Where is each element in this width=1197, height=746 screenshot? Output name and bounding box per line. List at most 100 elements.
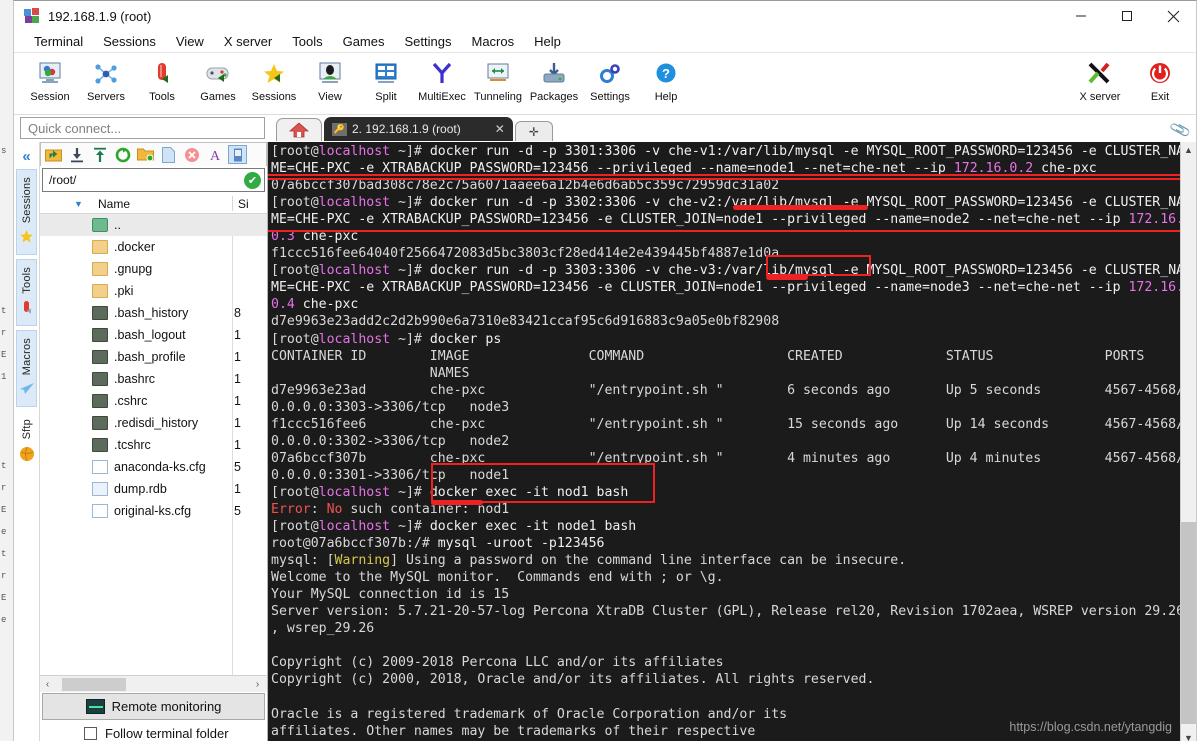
monitor-icon xyxy=(85,699,105,714)
toolbar-help[interactable]: ? Help xyxy=(638,56,694,103)
list-item[interactable]: .bash_logout 1 xyxy=(40,324,267,346)
list-item[interactable]: .tcshrc 1 xyxy=(40,434,267,456)
list-item[interactable]: .pki xyxy=(40,280,267,302)
download-icon[interactable] xyxy=(67,145,86,164)
tab-close-icon[interactable]: ✕ xyxy=(495,122,505,136)
follow-terminal-folder-checkbox[interactable] xyxy=(84,726,97,740)
terminal-pane[interactable]: [root@localhost ~]# docker run -d -p 330… xyxy=(268,142,1196,746)
list-item[interactable]: .bash_history 8 xyxy=(40,302,267,324)
sftp-path-bar[interactable]: /root/ ✔ xyxy=(42,168,265,192)
column-name[interactable]: Name xyxy=(98,197,130,211)
rail-item-sessions[interactable]: Sessions xyxy=(16,169,37,256)
binary-mode-icon[interactable] xyxy=(228,145,247,164)
toolbar-sessions[interactable]: Sessions xyxy=(246,56,302,103)
sftp-file-list[interactable]: .. .docker .gnupg .pki .bash_history 8 .… xyxy=(40,214,267,675)
menu-help[interactable]: Help xyxy=(524,32,571,51)
toolbar-session[interactable]: Session xyxy=(22,56,78,103)
toolbar-x-server-label: X server xyxy=(1079,91,1121,103)
text-mode-icon[interactable]: A xyxy=(205,145,224,164)
toolbar-exit-label: Exit xyxy=(1150,91,1170,103)
file-size: 1 xyxy=(234,350,241,364)
toolbar-tools[interactable]: Tools xyxy=(134,56,190,103)
menu-settings[interactable]: Settings xyxy=(395,32,462,51)
tab-terminal-session[interactable]: 🔑 2. 192.168.1.9 (root) ✕ xyxy=(324,117,513,141)
rail-item-sftp[interactable]: Sftp xyxy=(16,411,37,473)
list-item[interactable]: dump.rdb 1 xyxy=(40,478,267,500)
list-item[interactable]: .bashrc 1 xyxy=(40,368,267,390)
body-area: « Sessions Tools Macros Sftp A /root/ ✔ … xyxy=(14,142,1196,746)
delete-icon[interactable] xyxy=(182,145,201,164)
toolbar-games-label: Games xyxy=(200,91,236,103)
list-item[interactable]: anaconda-ks.cfg 5 xyxy=(40,456,267,478)
list-item[interactable]: .redisdi_history 1 xyxy=(40,412,267,434)
list-item[interactable]: .cshrc 1 xyxy=(40,390,267,412)
go-up-icon[interactable] xyxy=(44,145,63,164)
column-size[interactable]: Si xyxy=(238,197,249,211)
terminal-text: [root@localhost ~]# docker run -d -p 330… xyxy=(271,144,1196,746)
file-size: 1 xyxy=(234,416,241,430)
toolbar-help-label: Help xyxy=(654,91,678,103)
minimize-button[interactable] xyxy=(1058,1,1104,31)
toolbar-multiexec[interactable]: MultiExec xyxy=(414,56,470,103)
quick-connect-input[interactable]: Quick connect... xyxy=(20,117,265,139)
settings-gear-icon xyxy=(597,58,623,90)
rail-collapse-button[interactable]: « xyxy=(14,142,39,165)
file-name: .redisdi_history xyxy=(114,416,199,430)
toolbar-x-server[interactable]: X server xyxy=(1070,56,1130,103)
menu-x-server[interactable]: X server xyxy=(214,32,282,51)
folder-icon xyxy=(92,284,108,298)
toolbar-packages-label: Packages xyxy=(529,91,579,103)
file-name: .bash_history xyxy=(114,306,189,320)
toolbar-settings[interactable]: Settings xyxy=(582,56,638,103)
list-item[interactable]: .. xyxy=(40,214,267,236)
tab-new[interactable]: ✛ xyxy=(514,121,553,141)
split-icon xyxy=(373,58,399,90)
paperclip-icon[interactable]: 📎 xyxy=(1169,118,1192,141)
toolbar-view[interactable]: View xyxy=(302,56,358,103)
folder-icon xyxy=(92,240,108,254)
maximize-button[interactable] xyxy=(1104,1,1150,31)
sftp-column-header: ▼ Name Si xyxy=(40,194,267,214)
list-item[interactable]: .gnupg xyxy=(40,258,267,280)
toolbar-session-label: Session xyxy=(30,91,70,103)
tab-home[interactable] xyxy=(276,118,322,141)
menu-sessions[interactable]: Sessions xyxy=(93,32,166,51)
scroll-left-icon[interactable]: ‹ xyxy=(40,679,55,690)
rail-item-tools[interactable]: Tools xyxy=(16,259,37,326)
menu-view[interactable]: View xyxy=(166,32,214,51)
list-item[interactable]: .bash_profile 1 xyxy=(40,346,267,368)
list-item[interactable]: original-ks.cfg 5 xyxy=(40,500,267,522)
swiss-knife-icon xyxy=(19,300,34,318)
sftp-horizontal-scrollbar[interactable]: ‹ › xyxy=(40,675,267,692)
menu-games[interactable]: Games xyxy=(333,32,395,51)
bottom-cutoff-strip xyxy=(0,741,1197,746)
remote-monitoring-button[interactable]: Remote monitoring xyxy=(42,693,265,720)
list-item[interactable]: .docker xyxy=(40,236,267,258)
scroll-thumb[interactable] xyxy=(62,677,126,691)
script-icon xyxy=(92,328,108,342)
file-name: original-ks.cfg xyxy=(114,504,192,518)
file-name: dump.rdb xyxy=(114,482,167,496)
terminal-scrollbar[interactable]: ▲ ▼ xyxy=(1180,142,1196,746)
menu-terminal[interactable]: Terminal xyxy=(24,32,93,51)
scroll-right-icon[interactable]: › xyxy=(250,679,265,690)
scroll-thumb-vertical[interactable] xyxy=(1181,522,1196,724)
toolbar-split[interactable]: Split xyxy=(358,56,414,103)
close-button[interactable] xyxy=(1150,1,1196,31)
menu-tools[interactable]: Tools xyxy=(282,32,332,51)
toolbar-games[interactable]: Games xyxy=(190,56,246,103)
scroll-up-icon[interactable]: ▲ xyxy=(1181,142,1196,158)
toolbar-packages[interactable]: Packages xyxy=(526,56,582,103)
toolbar-tunneling[interactable]: Tunneling xyxy=(470,56,526,103)
new-file-icon[interactable] xyxy=(159,145,178,164)
sort-down-icon[interactable]: ▼ xyxy=(74,199,83,209)
refresh-icon[interactable] xyxy=(113,145,132,164)
rail-sessions-label: Sessions xyxy=(20,177,33,224)
rail-item-macros[interactable]: Macros xyxy=(16,329,37,408)
upload-icon[interactable] xyxy=(90,145,109,164)
folder-icon xyxy=(92,262,108,276)
menu-macros[interactable]: Macros xyxy=(461,32,524,51)
toolbar-exit[interactable]: Exit xyxy=(1130,56,1190,103)
new-folder-icon[interactable] xyxy=(136,145,155,164)
toolbar-servers[interactable]: Servers xyxy=(78,56,134,103)
